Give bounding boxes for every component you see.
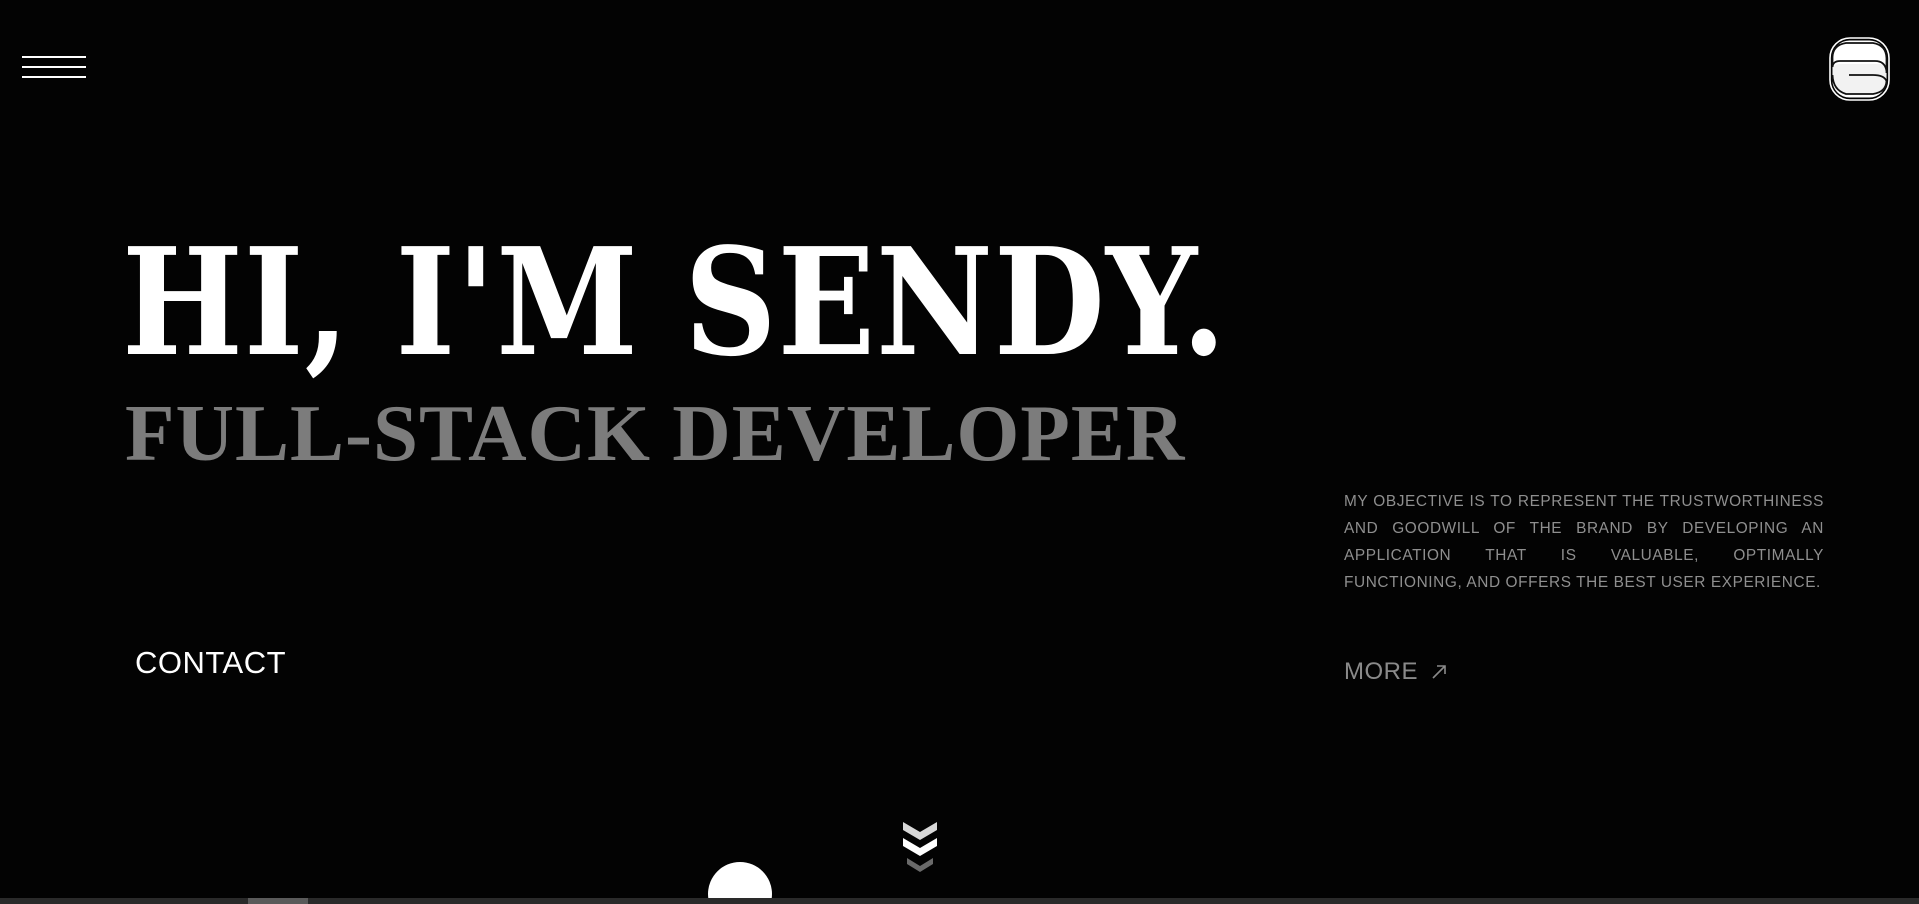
hero-title: HI, I'M SENDY.	[122, 215, 1227, 389]
theme-toggle-button[interactable]	[1829, 37, 1890, 101]
menu-bar	[22, 76, 86, 78]
hero-subtitle: FULL-STACK DEVELOPER	[125, 388, 1186, 478]
theme-toggle-icon	[1829, 37, 1890, 101]
contact-link[interactable]: CONTACT	[135, 645, 286, 681]
menu-button[interactable]	[22, 52, 86, 82]
menu-bar	[22, 56, 86, 58]
bottom-scroll-track	[0, 898, 1919, 904]
objective-text: MY OBJECTIVE IS TO REPRESENT THE TRUSTWO…	[1344, 493, 1824, 591]
more-link[interactable]: MORE	[1344, 658, 1448, 686]
double-chevron-down-icon[interactable]	[901, 820, 939, 876]
bottom-scroll-thumb[interactable]	[248, 898, 308, 904]
arrow-up-right-icon	[1432, 665, 1446, 679]
more-label: MORE	[1344, 658, 1418, 685]
menu-bar	[22, 66, 86, 68]
